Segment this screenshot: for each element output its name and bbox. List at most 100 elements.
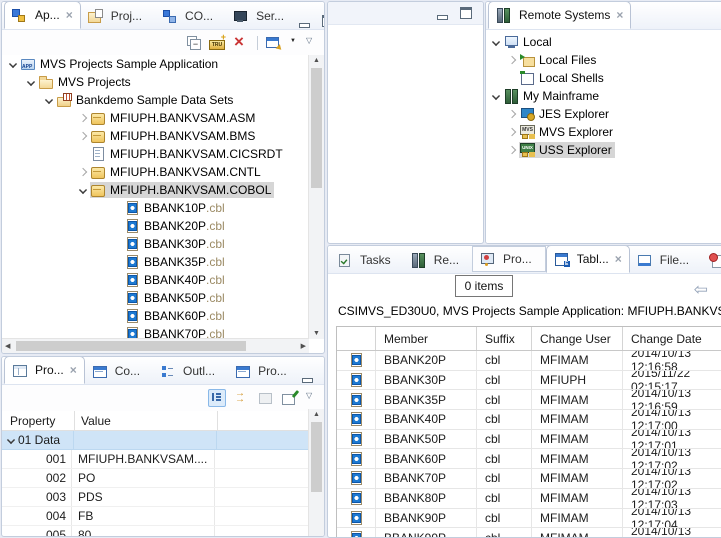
minimize-icon[interactable]: [435, 5, 451, 21]
chevron-icon[interactable]: [6, 57, 20, 71]
chevron-icon[interactable]: [505, 107, 519, 121]
dropdown-arrow-icon[interactable]: [290, 35, 298, 51]
tree-item[interactable]: BBANK40P .cbl: [2, 271, 309, 289]
minimize-icon[interactable]: [300, 368, 316, 384]
tab-remote-systems[interactable]: Remote Systems ×: [488, 1, 631, 29]
tree-item[interactable]: BBANK30P .cbl: [2, 235, 309, 253]
tree-item[interactable]: BBANK35P .cbl: [2, 253, 309, 271]
table-row[interactable]: BBANK50P cbl MFIMAM 2014/10/13 12:17:01: [337, 430, 721, 450]
view-tab[interactable]: Pro...: [228, 358, 300, 384]
vertical-scrollbar[interactable]: ▲ ▼: [308, 55, 324, 339]
show-categories-icon[interactable]: [208, 389, 226, 407]
view-filter-icon[interactable]: [266, 35, 282, 51]
tree-item[interactable]: MFIUPH.BANKVSAM.BMS: [2, 127, 309, 145]
tree-item[interactable]: MFIUPH.BANKVSAM.CNTL: [2, 163, 309, 181]
view-tab[interactable]: Co...: [85, 358, 153, 384]
tree-item[interactable]: USS Explorer: [486, 141, 721, 159]
tree-item[interactable]: My Mainframe: [486, 87, 721, 105]
scroll-right-icon[interactable]: ▶: [298, 340, 309, 352]
chevron-icon[interactable]: [110, 255, 124, 269]
tab-close-icon[interactable]: ×: [66, 10, 73, 20]
minimize-icon[interactable]: [297, 13, 313, 29]
sort-icon[interactable]: [234, 390, 250, 406]
chevron-icon[interactable]: [32, 452, 46, 466]
table-row[interactable]: BBANK99P cbl MFIMAM 2014/10/13 12:17:05: [337, 528, 721, 538]
view-tab[interactable]: Proj...: [81, 3, 155, 29]
member-column-header[interactable]: Member: [376, 327, 477, 350]
tab-close-icon[interactable]: ×: [615, 254, 622, 264]
tree-item[interactable]: JES Explorer: [486, 105, 721, 123]
table-row[interactable]: BBANK70P cbl MFIMAM 2014/10/13 12:17:02: [337, 469, 721, 489]
view-tab[interactable]: CO...: [155, 3, 226, 29]
delete-icon[interactable]: [233, 35, 249, 51]
tree-item[interactable]: Bankdemo Sample Data Sets: [2, 91, 309, 109]
tree-item[interactable]: BBANK10P .cbl: [2, 199, 309, 217]
view-menu-icon[interactable]: [306, 35, 316, 51]
chevron-icon[interactable]: [32, 490, 46, 504]
tree-item[interactable]: BBANK70P .cbl: [2, 325, 309, 339]
chevron-icon[interactable]: [489, 35, 503, 49]
icon-column-header[interactable]: [337, 327, 376, 350]
chevron-icon[interactable]: [24, 75, 38, 89]
view-tab[interactable]: Tasks: [330, 247, 404, 273]
tree-item[interactable]: BBANK60P .cbl: [2, 307, 309, 325]
tree-item[interactable]: MVS Explorer: [486, 123, 721, 141]
scroll-thumb[interactable]: [311, 422, 322, 492]
chevron-icon[interactable]: [110, 309, 124, 323]
view-tab[interactable]: Erro...: [702, 247, 721, 273]
chevron-icon[interactable]: [505, 71, 519, 85]
maximize-icon[interactable]: [324, 368, 325, 384]
property-row[interactable]: 001 MFIUPH.BANKVSAM....: [2, 450, 324, 469]
tree-item[interactable]: BBANK20P .cbl: [2, 217, 309, 235]
tree-item[interactable]: BBANK50P .cbl: [2, 289, 309, 307]
property-row[interactable]: 002 PO: [2, 469, 324, 488]
property-row[interactable]: 004 FB: [2, 507, 324, 526]
chevron-icon[interactable]: [110, 219, 124, 233]
scroll-left-icon[interactable]: ◀: [2, 340, 13, 352]
chevron-icon[interactable]: [76, 183, 90, 197]
view-tab[interactable]: Ap... ×: [4, 1, 81, 29]
property-row[interactable]: 005 80: [2, 526, 324, 537]
view-tab[interactable]: Outl...: [153, 358, 228, 384]
suffix-column-header[interactable]: Suffix: [477, 327, 532, 350]
tree-item[interactable]: Local Shells: [486, 69, 721, 87]
scroll-up-icon[interactable]: ▲: [310, 55, 323, 66]
chevron-icon[interactable]: [110, 201, 124, 215]
chevron-icon[interactable]: [489, 89, 503, 103]
table-row[interactable]: BBANK80P cbl MFIMAM 2014/10/13 12:17:03: [337, 489, 721, 509]
tree-item[interactable]: MFIUPH.BANKVSAM.ASM: [2, 109, 309, 127]
chevron-icon[interactable]: [76, 147, 90, 161]
view-menu-icon[interactable]: [306, 390, 316, 406]
view-tab[interactable]: File...: [630, 247, 702, 273]
chevron-icon[interactable]: [505, 53, 519, 67]
view-tab[interactable]: Pro... ×: [4, 356, 85, 384]
table-row[interactable]: BBANK40P cbl MFIMAM 2014/10/13 12:17:00: [337, 410, 721, 430]
tru-icon[interactable]: [209, 35, 225, 51]
change-date-column-header[interactable]: Change Date: [623, 327, 721, 350]
table-row[interactable]: BBANK35P cbl MFIMAM 2014/10/13 12:16:59: [337, 390, 721, 410]
tree-item[interactable]: Local: [486, 33, 721, 51]
chevron-icon[interactable]: [32, 471, 46, 485]
view-tab[interactable]: Ser...: [226, 3, 297, 29]
scroll-thumb[interactable]: [16, 341, 246, 351]
view-tab[interactable]: Re...: [404, 247, 472, 273]
chevron-icon[interactable]: [76, 111, 90, 125]
table-row[interactable]: BBANK90P cbl MFIMAM 2014/10/13 12:17:04: [337, 509, 721, 529]
property-row[interactable]: 003 PDS: [2, 488, 324, 507]
chevron-icon[interactable]: [110, 273, 124, 287]
vertical-scrollbar[interactable]: ▲: [308, 409, 324, 536]
chevron-icon[interactable]: [110, 237, 124, 251]
scroll-thumb[interactable]: [311, 68, 322, 188]
maximize-icon[interactable]: [321, 13, 325, 29]
chevron-icon[interactable]: [110, 291, 124, 305]
value-column-header[interactable]: Value: [75, 411, 218, 430]
chevron-icon[interactable]: [505, 143, 519, 157]
chevron-icon[interactable]: [76, 165, 90, 179]
tab-close-icon[interactable]: ×: [616, 10, 623, 20]
tree-item[interactable]: MVS Projects Sample Application: [2, 55, 309, 73]
property-row[interactable]: 01 Data: [2, 431, 324, 450]
change-user-column-header[interactable]: Change User: [532, 327, 623, 350]
chevron-icon[interactable]: [32, 509, 46, 523]
tab-close-icon[interactable]: ×: [70, 365, 77, 375]
table-row[interactable]: BBANK60P cbl MFIMAM 2014/10/13 12:17:02: [337, 449, 721, 469]
